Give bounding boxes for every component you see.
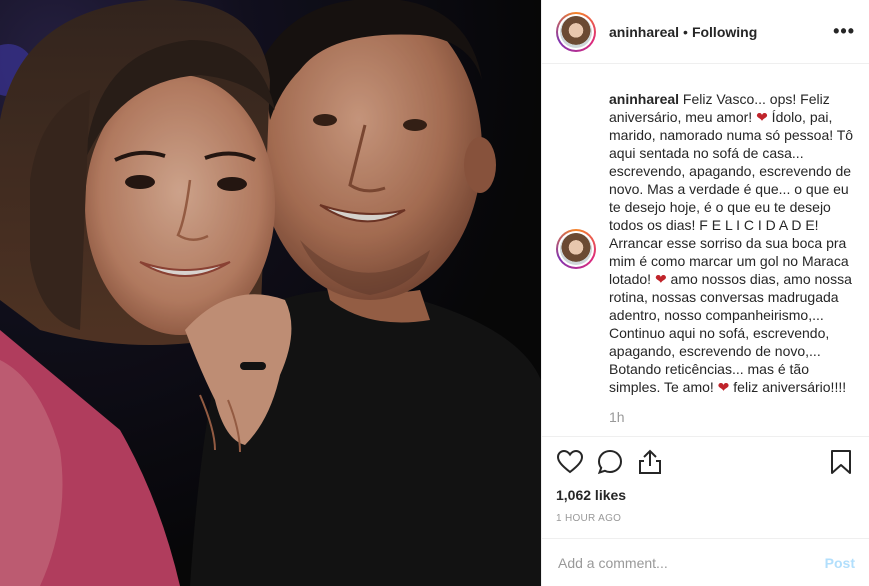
heart-emoji-icon: ❤ — [654, 271, 667, 287]
avatar-inner — [558, 13, 594, 50]
comment-bubble-icon[interactable] — [596, 448, 624, 476]
post-timestamp[interactable]: 1 HOUR AGO — [556, 513, 855, 524]
caption-avatar-col — [556, 64, 598, 436]
likes-count[interactable]: 1,062 likes — [556, 487, 855, 503]
post-header: aninhareal • Following ••• — [542, 0, 869, 64]
action-icons — [556, 447, 855, 477]
avatar-image — [560, 15, 592, 48]
heart-emoji-icon: ❤ — [717, 379, 730, 395]
caption-avatar[interactable] — [556, 229, 596, 269]
add-comment-bar: Post — [542, 538, 869, 586]
post-actions: 1,062 likes 1 HOUR AGO — [542, 436, 869, 538]
comment-input[interactable] — [556, 553, 825, 572]
more-options-icon[interactable]: ••• — [833, 21, 855, 42]
following-button[interactable]: Following — [692, 24, 757, 40]
bookmark-icon[interactable] — [827, 448, 855, 476]
header-username[interactable]: aninhareal — [609, 24, 679, 40]
caption-part-4: feliz aniversário!!!! — [729, 379, 847, 395]
caption-avatar-inner — [558, 231, 594, 267]
caption-time[interactable]: 1h — [609, 408, 855, 426]
heart-emoji-icon: ❤ — [756, 109, 768, 125]
caption: aninhareal Feliz Vasco... ops! Feliz ani… — [598, 90, 855, 436]
caption-username[interactable]: aninhareal — [609, 91, 679, 107]
header-separator: • — [683, 23, 688, 40]
caption-text: aninhareal Feliz Vasco... ops! Feliz ani… — [609, 90, 855, 396]
share-arrow-icon[interactable] — [636, 448, 664, 476]
selfie-couple-image — [0, 0, 541, 586]
caption-avatar-image — [560, 233, 592, 265]
caption-part-3: amo nossos dias, amo nossa rotina, nossa… — [609, 271, 852, 395]
post-comment-button[interactable]: Post — [825, 555, 855, 571]
post-side-panel: aninhareal • Following ••• aninhareal Fe… — [541, 0, 869, 586]
post-photo[interactable] — [0, 0, 541, 586]
avatar[interactable] — [556, 11, 596, 52]
caption-part-2: Ídolo, pai, marido, namorado numa só pes… — [609, 109, 854, 287]
like-heart-icon[interactable] — [556, 448, 584, 476]
instagram-post: aninhareal • Following ••• aninhareal Fe… — [0, 0, 869, 586]
comments-section: aninhareal Feliz Vasco... ops! Feliz ani… — [542, 64, 869, 436]
